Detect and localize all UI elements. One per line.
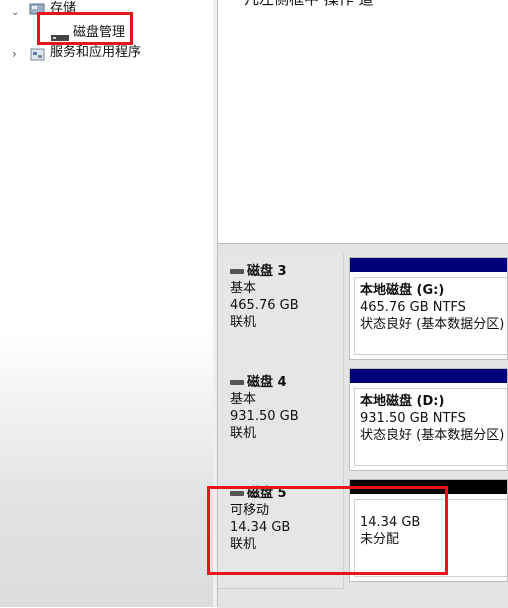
services-icon xyxy=(30,46,46,65)
disk-icon xyxy=(230,269,244,274)
disk-row[interactable]: 磁盘 4 基本 931.50 GB 联机 本地磁盘 (D:) 931.50 GB… xyxy=(218,365,508,478)
partition-detail: 465.76 GB NTFS xyxy=(360,300,466,315)
disk-type: 基本 xyxy=(230,392,257,407)
partition-detail: 931.50 GB NTFS xyxy=(360,411,466,426)
tree-item-services-and-applications[interactable]: 服务和应用程序 xyxy=(50,45,141,61)
tree-background-fade xyxy=(0,330,213,607)
partition-color-bar xyxy=(350,369,507,383)
disk-name: 磁盘 4 xyxy=(247,375,287,390)
highlight-box-disk-management xyxy=(37,12,133,45)
partition-status: 状态良好 (基本数据分区) xyxy=(360,428,505,443)
chevron-right-icon[interactable]: › xyxy=(12,47,17,61)
partition-block[interactable]: 本地磁盘 (G:) 465.76 GB NTFS 状态良好 (基本数据分区) xyxy=(349,257,508,360)
partition-name: 本地磁盘 (G:) xyxy=(360,283,445,298)
disk-status: 联机 xyxy=(230,426,257,441)
disk-size: 465.76 GB xyxy=(230,298,299,313)
disk-size: 931.50 GB xyxy=(230,409,299,424)
partition-status: 状态良好 (基本数据分区) xyxy=(360,317,505,332)
volume-list-header-text: 几左侧框中 操作 道 xyxy=(244,0,374,9)
navigation-tree: ⌄ 存储 磁盘管理 › 服务和应用程序 xyxy=(0,0,214,607)
highlight-box-disk-5 xyxy=(207,486,448,575)
disk-type: 基本 xyxy=(230,281,257,296)
disk-status: 联机 xyxy=(230,315,257,330)
partition-block[interactable]: 本地磁盘 (D:) 931.50 GB NTFS 状态良好 (基本数据分区) xyxy=(349,368,508,471)
disk-row[interactable]: 磁盘 3 基本 465.76 GB 联机 本地磁盘 (G:) 465.76 GB… xyxy=(218,254,508,367)
partition-name: 本地磁盘 (D:) xyxy=(360,394,445,409)
disk-icon xyxy=(230,380,244,385)
disk-label-panel[interactable]: 磁盘 4 基本 931.50 GB 联机 xyxy=(218,365,344,478)
chevron-down-icon[interactable]: ⌄ xyxy=(11,7,19,18)
partition-color-bar xyxy=(350,258,507,272)
disk-name: 磁盘 3 xyxy=(247,264,287,279)
disk-label-panel[interactable]: 磁盘 3 基本 465.76 GB 联机 xyxy=(218,254,344,367)
